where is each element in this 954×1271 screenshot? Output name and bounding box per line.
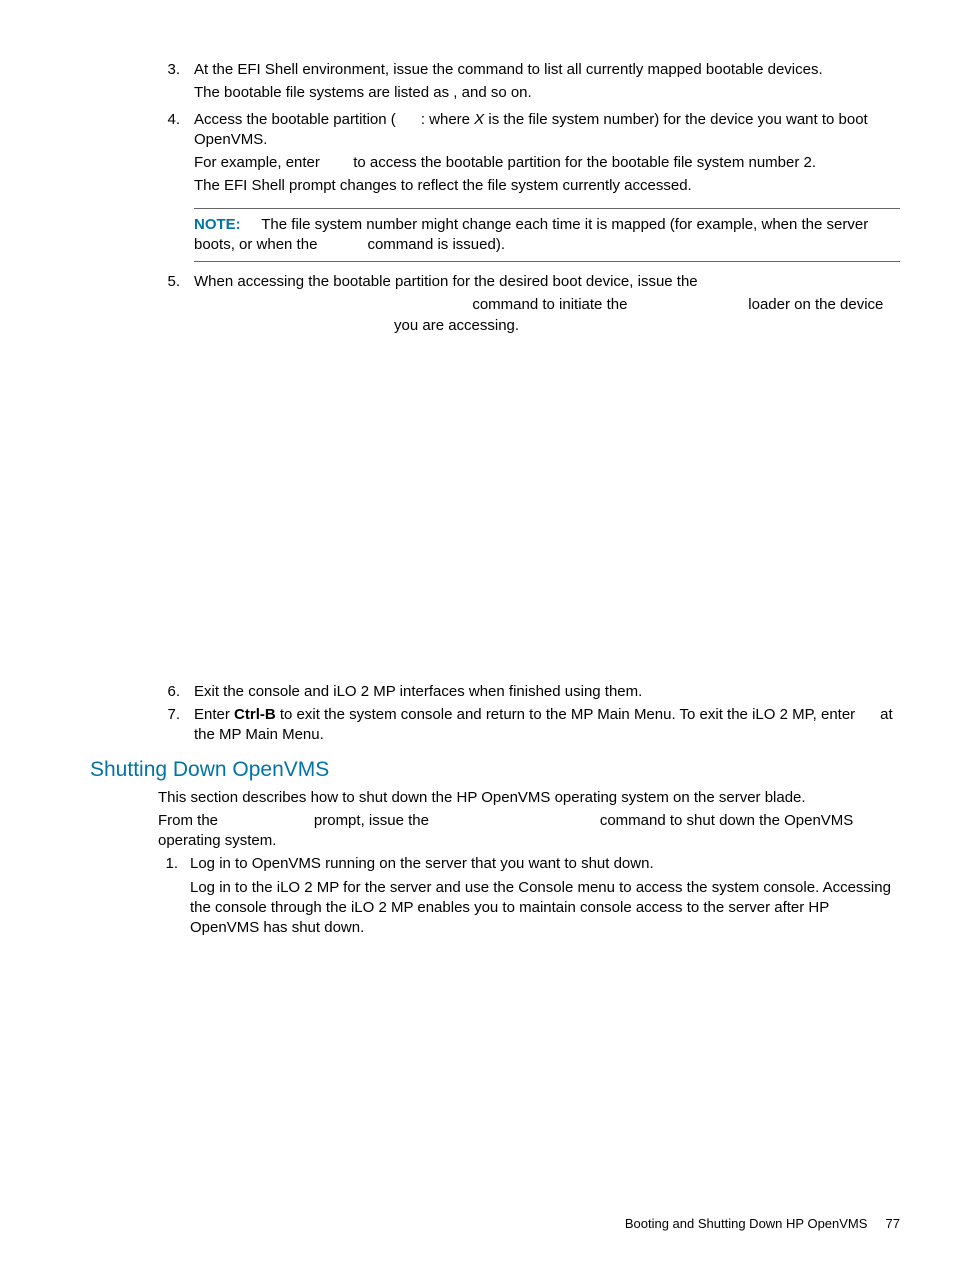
ordered-list-continued: 6. Exit the console and iLO 2 MP interfa… bbox=[158, 682, 900, 746]
text: For example, enter bbox=[194, 154, 324, 171]
list-body: Enter Ctrl-B to exit the system console … bbox=[194, 705, 900, 746]
section-body: This section describes how to shut down … bbox=[158, 788, 900, 942]
text: Access the bootable partition ( bbox=[194, 111, 396, 128]
keystroke: Ctrl-B bbox=[234, 706, 276, 723]
list-number: 5. bbox=[158, 272, 194, 339]
paragraph: This section describes how to shut down … bbox=[158, 788, 900, 808]
text: Log in to the iLO 2 MP for the server an… bbox=[190, 878, 900, 939]
list-body: Log in to OpenVMS running on the server … bbox=[190, 854, 900, 941]
list-item-6: 6. Exit the console and iLO 2 MP interfa… bbox=[158, 682, 900, 702]
list-number: 3. bbox=[158, 60, 194, 107]
list-body: At the EFI Shell environment, issue the … bbox=[194, 60, 823, 107]
text: The bootable file systems are listed as bbox=[194, 84, 453, 101]
text: At the EFI Shell environment, issue the bbox=[194, 61, 457, 78]
list-number: 4. bbox=[158, 110, 194, 200]
ordered-list-continued: 3. At the EFI Shell environment, issue t… bbox=[158, 60, 900, 200]
document-page: 3. At the EFI Shell environment, issue t… bbox=[0, 0, 954, 1271]
note-text: The file system number might change each… bbox=[194, 216, 868, 253]
page-footer: Booting and Shutting Down HP OpenVMS 77 bbox=[625, 1216, 900, 1231]
page-number: 77 bbox=[886, 1216, 900, 1231]
text: From the bbox=[158, 812, 222, 829]
list-number: 6. bbox=[158, 682, 194, 702]
text: Enter bbox=[194, 706, 234, 723]
list-number: 1. bbox=[158, 854, 190, 941]
text: command to list all currently mapped boo… bbox=[457, 61, 822, 78]
list-item-3: 3. At the EFI Shell environment, issue t… bbox=[158, 60, 900, 107]
list-body: Access the bootable partition ( : where … bbox=[194, 110, 900, 200]
list-body: Exit the console and iLO 2 MP interfaces… bbox=[194, 682, 642, 702]
text: Log in to OpenVMS running on the server … bbox=[190, 854, 900, 874]
text: command to initiate the bbox=[468, 296, 631, 313]
list-item-1: 1. Log in to OpenVMS running on the serv… bbox=[158, 854, 900, 941]
list-item-7: 7. Enter Ctrl-B to exit the system conso… bbox=[158, 705, 900, 746]
variable-text: X bbox=[474, 111, 484, 128]
list-item-5: 5. When accessing the bootable partition… bbox=[158, 272, 900, 339]
text: to access the bootable partition for the… bbox=[349, 154, 816, 171]
text: to exit the system console and return to… bbox=[276, 706, 860, 723]
list-body: When accessing the bootable partition fo… bbox=[194, 272, 900, 339]
list-item-4: 4. Access the bootable partition ( : whe… bbox=[158, 110, 900, 200]
note-callout: NOTE: The file system number might chang… bbox=[194, 208, 900, 263]
section-heading: Shutting Down OpenVMS bbox=[90, 758, 900, 782]
list-number: 7. bbox=[158, 705, 194, 746]
text: Exit the console and iLO 2 MP interfaces… bbox=[194, 683, 642, 700]
text: : where bbox=[421, 111, 474, 128]
note-text: command is issued). bbox=[363, 236, 505, 253]
paragraph: From the prompt, issue the command to sh… bbox=[158, 811, 900, 852]
blank-region bbox=[90, 342, 900, 682]
text: , and so on. bbox=[453, 84, 531, 101]
text: When accessing the bootable partition fo… bbox=[194, 273, 698, 290]
note-label: NOTE: bbox=[194, 216, 241, 233]
ordered-list-continued: 5. When accessing the bootable partition… bbox=[158, 272, 900, 339]
footer-section-title: Booting and Shutting Down HP OpenVMS bbox=[625, 1216, 868, 1231]
text: prompt, issue the bbox=[310, 812, 433, 829]
text: The EFI Shell prompt changes to reflect … bbox=[194, 177, 692, 194]
